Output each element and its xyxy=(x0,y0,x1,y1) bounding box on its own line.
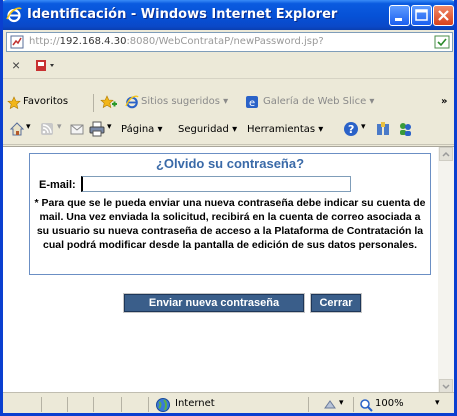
scroll-up-arrow[interactable] xyxy=(439,147,453,161)
print-dropdown-icon[interactable]: ▾ xyxy=(107,122,112,132)
security-menu[interactable]: Seguridad ▾ xyxy=(178,124,237,135)
suggested-sites-link[interactable]: Sitios sugeridos ▾ xyxy=(141,96,228,107)
print-icon[interactable] xyxy=(89,121,105,137)
status-divider xyxy=(121,397,122,412)
help-icon[interactable]: ? xyxy=(343,121,359,137)
address-bar[interactable]: http://192.168.4.30:8080/WebContrataP/ne… xyxy=(6,32,453,52)
title-bar: Identificación - Windows Internet Explor… xyxy=(3,0,454,30)
address-bar-row: http://192.168.4.30:8080/WebContrataP/ne… xyxy=(3,30,454,54)
close-window-button[interactable] xyxy=(433,5,454,26)
home-dropdown-icon[interactable]: ▾ xyxy=(26,122,31,132)
status-divider xyxy=(148,397,149,412)
status-divider xyxy=(93,397,94,412)
zoom-dropdown-icon[interactable]: ▾ xyxy=(435,398,440,408)
browser-window: Identificación - Windows Internet Explor… xyxy=(0,0,457,416)
svg-text:?: ? xyxy=(348,123,354,136)
email-label: E-mail: xyxy=(39,179,76,191)
favorites-button[interactable]: Favoritos xyxy=(23,96,68,107)
web-slice-icon: e xyxy=(246,96,258,109)
command-bar: ▾ ▾ ▾ Página ▾ Seguridad ▾ Herramientas … xyxy=(3,116,454,145)
status-bar: Internet ▾ 100% ▾ xyxy=(3,392,454,413)
status-divider xyxy=(41,397,42,412)
search-row: × xyxy=(3,54,454,79)
page-menu[interactable]: Página ▾ xyxy=(121,124,163,135)
help-dropdown-icon[interactable]: ▾ xyxy=(361,122,366,132)
search-provider-icon[interactable] xyxy=(35,58,59,74)
separator xyxy=(93,94,94,112)
window-title: Identificación - Windows Internet Explor… xyxy=(27,7,338,22)
favorites-bar: Favoritos Sitios sugeridos ▾ e Galería d… xyxy=(3,90,454,116)
maximize-icon xyxy=(415,9,428,21)
tools-menu[interactable]: Herramientas ▾ xyxy=(247,124,323,135)
security-zone-label: Internet xyxy=(175,398,215,409)
svg-text:e: e xyxy=(249,98,255,109)
ie-suggested-icon xyxy=(125,95,139,109)
protected-mode-icon[interactable] xyxy=(323,398,337,412)
zoom-level[interactable]: 100% xyxy=(375,398,404,409)
minimize-icon xyxy=(395,18,402,21)
add-to-favorites-icon[interactable] xyxy=(100,95,118,111)
home-icon[interactable] xyxy=(9,121,25,137)
feeds-dropdown-icon[interactable]: ▾ xyxy=(57,122,62,132)
send-new-password-button[interactable]: Enviar nueva contraseña xyxy=(123,293,305,313)
zoom-icon xyxy=(360,399,373,412)
chevron-down-icon xyxy=(442,384,450,390)
close-icon xyxy=(438,10,449,21)
form-title: ¿Olvido su contraseña? xyxy=(155,156,305,171)
page-content: ¿Olvido su contraseña? E-mail: * Para qu… xyxy=(3,146,454,393)
status-divider xyxy=(67,397,68,412)
protected-mode-dropdown-icon[interactable]: ▾ xyxy=(339,398,344,408)
scroll-down-arrow[interactable] xyxy=(439,379,453,393)
research-icon[interactable] xyxy=(375,121,391,137)
address-url: http://192.168.4.30:8080/WebContrataP/ne… xyxy=(29,36,324,47)
close-button[interactable]: Cerrar xyxy=(310,293,362,313)
stop-icon[interactable]: × xyxy=(12,57,20,73)
globe-icon xyxy=(156,398,170,412)
favorites-star-icon xyxy=(7,96,21,110)
minimize-button[interactable] xyxy=(389,5,410,26)
page-icon xyxy=(10,35,24,49)
instructions-text: * Para que se le pueda enviar una nueva … xyxy=(34,197,426,251)
forgot-password-form: ¿Olvido su contraseña? E-mail: * Para qu… xyxy=(29,153,431,275)
chevron-right-icon[interactable]: » xyxy=(441,96,447,107)
vertical-scrollbar[interactable] xyxy=(438,147,454,393)
feeds-icon[interactable] xyxy=(39,121,55,137)
status-divider xyxy=(308,397,309,412)
mail-icon[interactable] xyxy=(69,121,85,137)
ie-logo-icon xyxy=(6,7,22,23)
web-slice-gallery-link[interactable]: Galería de Web Slice ▾ xyxy=(263,96,374,107)
status-divider xyxy=(353,397,354,412)
compatibility-view-icon[interactable] xyxy=(434,34,450,50)
email-field[interactable] xyxy=(81,176,351,192)
chevron-up-icon xyxy=(442,151,450,157)
maximize-button[interactable] xyxy=(411,5,432,26)
messenger-icon[interactable] xyxy=(397,121,413,137)
